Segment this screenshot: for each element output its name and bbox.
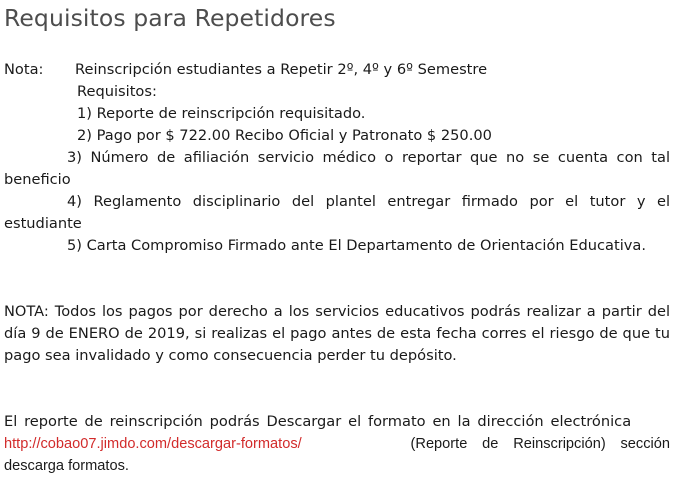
payment-note: NOTA: Todos los pagos por derecho a los … — [4, 303, 670, 364]
requirement-item-4: 4) Reglamento disciplinario del plantel … — [4, 193, 670, 232]
requirement-item-1: 1) Reporte de reinscripción requisitado. — [77, 105, 366, 122]
nota-heading-line: Nota: Reinscripción estudiantes a Repetir… — [4, 59, 487, 81]
download-formats-link[interactable]: http://cobao07.jimdo.com/descargar-forma… — [4, 436, 302, 452]
requirement-item-2: 2) Pago por $ 722.00 Recibo Oficial y Pa… — [77, 127, 492, 144]
download-instructions: El reporte de reinscripción podrás Desca… — [4, 411, 670, 477]
requirement-item-3: 3) Número de afiliación servicio médico … — [4, 149, 670, 188]
requisitos-label: Requisitos: — [77, 83, 157, 100]
nota-label: Nota: — [4, 61, 44, 78]
requirement-item-5: 5) Carta Compromiso Firmado ante El Depa… — [67, 237, 646, 254]
page-title: Requisitos para Repetidores — [4, 4, 336, 32]
download-text-before: El reporte de reinscripción podrás Desca… — [4, 413, 632, 430]
nota-heading: Reinscripción estudiantes a Repetir 2º, … — [75, 61, 488, 78]
